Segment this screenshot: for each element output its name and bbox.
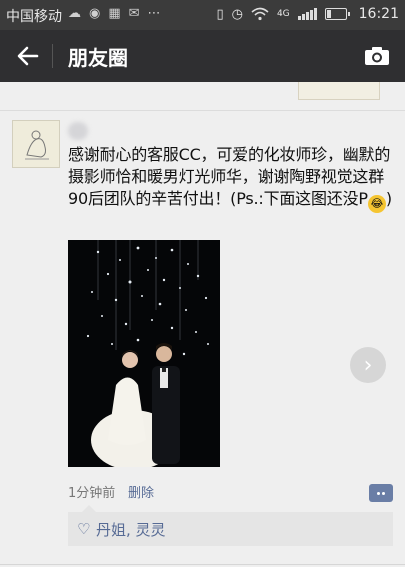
status-right: ▯ ◷ 4G 16:21 <box>216 6 399 22</box>
camera-icon <box>365 47 389 65</box>
avatar-sketch <box>13 121 59 167</box>
more-dots-icon: ⋯ <box>147 6 161 21</box>
bottom-divider <box>0 564 405 565</box>
delete-link[interactable]: 删除 <box>128 482 154 501</box>
wechat-icon: ✉ <box>128 6 140 21</box>
page-title: 朋友圈 <box>68 46 128 70</box>
nav-bar: 朋友圈 <box>0 30 405 82</box>
status-bar: 中国移动 ☁ ◉ ▦ ✉ ⋯ ▯ ◷ 4G 16:21 <box>0 0 405 30</box>
alarm-icon: ◷ <box>231 6 243 22</box>
laughing-emoji-icon: 😂 <box>367 195 386 213</box>
username-redacted <box>68 122 88 140</box>
chevron-right-icon: › <box>363 352 373 378</box>
vibrate-icon: ▯ <box>216 6 224 22</box>
likes-box: ♡ 丹姐, 灵灵 <box>68 505 393 546</box>
post-photo[interactable] <box>68 240 220 467</box>
gallery-icon: ▦ <box>108 6 121 21</box>
post-timestamp: 1分钟前 <box>68 486 116 501</box>
post-body: 感谢耐心的客服CC，可爱的化妆师珍，幽默的摄影师恰和暖男灯光师华，谢谢陶野视觉这… <box>68 145 391 208</box>
post-body-end: ) <box>385 189 392 208</box>
q-icon: ◉ <box>89 6 101 21</box>
next-image-button[interactable]: › <box>350 347 386 383</box>
cloud-icon: ☁ <box>68 6 81 21</box>
moments-feed[interactable]: 感谢耐心的客服CC，可爱的化妆师珍，幽默的摄影师恰和暖男灯光师华，谢谢陶野视觉这… <box>0 82 405 567</box>
notification-icons: ☁ ◉ ▦ ✉ ⋯ <box>68 6 161 21</box>
previous-post-image[interactable] <box>298 82 380 100</box>
nav-divider <box>52 44 53 68</box>
arrow-left-icon <box>17 46 39 66</box>
clock: 16:21 <box>358 6 399 22</box>
heart-icon: ♡ <box>77 520 91 538</box>
post-divider <box>0 110 405 111</box>
comment-button[interactable] <box>369 484 393 502</box>
network-type-label: 4G <box>276 9 290 19</box>
wedding-photo <box>68 240 220 467</box>
comment-icon-dot <box>377 491 380 495</box>
wifi-icon <box>251 7 269 21</box>
carrier-label: 中国移动 <box>6 9 62 25</box>
back-button[interactable] <box>8 36 48 76</box>
battery-icon <box>324 8 350 20</box>
comment-icon-dot <box>382 491 385 495</box>
likes-names[interactable]: 丹姐, 灵灵 <box>96 519 166 540</box>
post-text: 感谢耐心的客服CC，可爱的化妆师珍，幽默的摄影师恰和暖男灯光师华，谢谢陶野视觉这… <box>68 144 393 213</box>
avatar[interactable] <box>12 120 60 168</box>
camera-button[interactable] <box>359 38 395 74</box>
signal-icon <box>297 8 317 20</box>
